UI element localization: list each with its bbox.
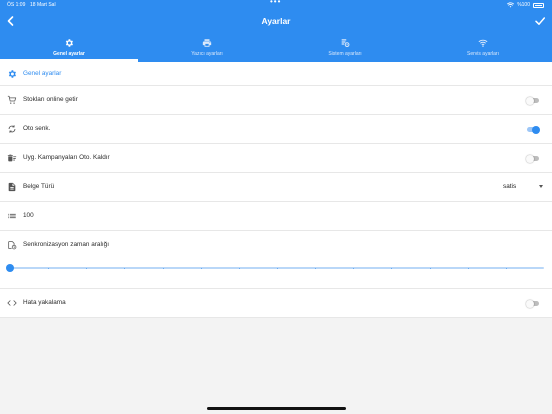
timer-sync-icon [7, 240, 17, 250]
printer-icon [202, 38, 212, 48]
slider-tick [48, 267, 49, 269]
setting-label: Belge Türü [23, 183, 55, 190]
slider-tick [353, 267, 354, 269]
section-header-general: Genel ayarlar [0, 62, 552, 86]
code-icon [7, 298, 17, 308]
setting-label: Senkronizasyon zaman aralığı [23, 241, 109, 248]
status-wifi-icon [507, 2, 515, 8]
setting-label: Uyg. Kampanyaları Oto. Kaldır [23, 154, 110, 161]
gear-icon [64, 38, 74, 48]
tab-label: Sistem ayarları [328, 51, 362, 57]
slider-tick [430, 267, 431, 269]
dropdown-value: satis [503, 183, 517, 190]
document-icon [7, 182, 17, 192]
status-time: ÖS 1:09 [7, 2, 26, 8]
home-indicator[interactable] [207, 407, 346, 410]
setting-count[interactable]: 100 [0, 202, 552, 231]
status-date: 18 Mart Sal [30, 2, 56, 8]
setting-label: Oto senk. [23, 125, 51, 132]
tab-service-settings[interactable]: Servis ayarları [414, 36, 552, 62]
count-value[interactable]: 100 [23, 211, 34, 221]
setting-label: Stokları online getir [23, 96, 78, 103]
slider-tick [124, 267, 125, 269]
page-title: Ayarlar [261, 16, 291, 26]
slider-tick [201, 267, 202, 269]
setting-remove-campaigns[interactable]: Uyg. Kampanyaları Oto. Kaldır [0, 144, 552, 173]
gear-icon [7, 69, 17, 79]
checkmark-icon [535, 17, 546, 25]
slider-tick [277, 267, 278, 269]
tab-label: Genel ayarlar [53, 51, 85, 57]
stock-online-toggle[interactable] [526, 96, 540, 105]
slider-tick [391, 267, 392, 269]
setting-document-type[interactable]: Belge Türü satis [0, 173, 552, 202]
setting-error-catch[interactable]: Hata yakalama [0, 289, 552, 318]
wifi-icon [478, 38, 488, 48]
setting-sync-interval: Senkronizasyon zaman aralığı [0, 231, 552, 289]
confirm-button[interactable] [533, 14, 547, 28]
section-title: Genel ayarlar [23, 70, 62, 77]
slider-thumb[interactable] [6, 264, 14, 272]
error-catch-toggle[interactable] [526, 299, 540, 308]
list-icon [7, 211, 17, 221]
slider-tick [86, 267, 87, 269]
sync-icon [7, 124, 17, 134]
remove-campaigns-toggle[interactable] [526, 154, 540, 163]
app-header: ÖS 1:09 18 Mart Sal ••• %100 Ayarlar Gen… [0, 0, 552, 62]
settings-list: Genel ayarlar Stokları online getir Oto … [0, 62, 552, 318]
tab-system-settings[interactable]: Sistem ayarları [276, 36, 414, 62]
slider-tick [163, 267, 164, 269]
battery-icon [533, 2, 544, 8]
slider-tick [506, 267, 507, 269]
slider-tick [468, 267, 469, 269]
dropdown-arrow-icon [539, 185, 543, 188]
sync-interval-slider[interactable] [6, 263, 544, 273]
battery-percent: %100 [517, 2, 530, 8]
status-bar: ÖS 1:09 18 Mart Sal ••• %100 [0, 0, 552, 10]
document-type-dropdown[interactable]: satis [503, 182, 543, 192]
setting-label: Hata yakalama [23, 299, 66, 306]
shopping-cart-icon [7, 95, 17, 105]
slider-tick [315, 267, 316, 269]
system-settings-icon [340, 38, 350, 48]
tab-label: Servis ayarları [467, 51, 499, 57]
setting-stock-online[interactable]: Stokları online getir [0, 86, 552, 115]
slider-tick [239, 267, 240, 269]
setting-auto-sync[interactable]: Oto senk. [0, 115, 552, 144]
multitask-dots-icon[interactable]: ••• [270, 0, 281, 7]
auto-sync-toggle[interactable] [526, 125, 540, 134]
tab-printer-settings[interactable]: Yazıcı ayarları [138, 36, 276, 62]
delete-sweep-icon [7, 153, 17, 163]
status-indicators: %100 [507, 0, 544, 10]
tab-label: Yazıcı ayarları [191, 51, 223, 57]
